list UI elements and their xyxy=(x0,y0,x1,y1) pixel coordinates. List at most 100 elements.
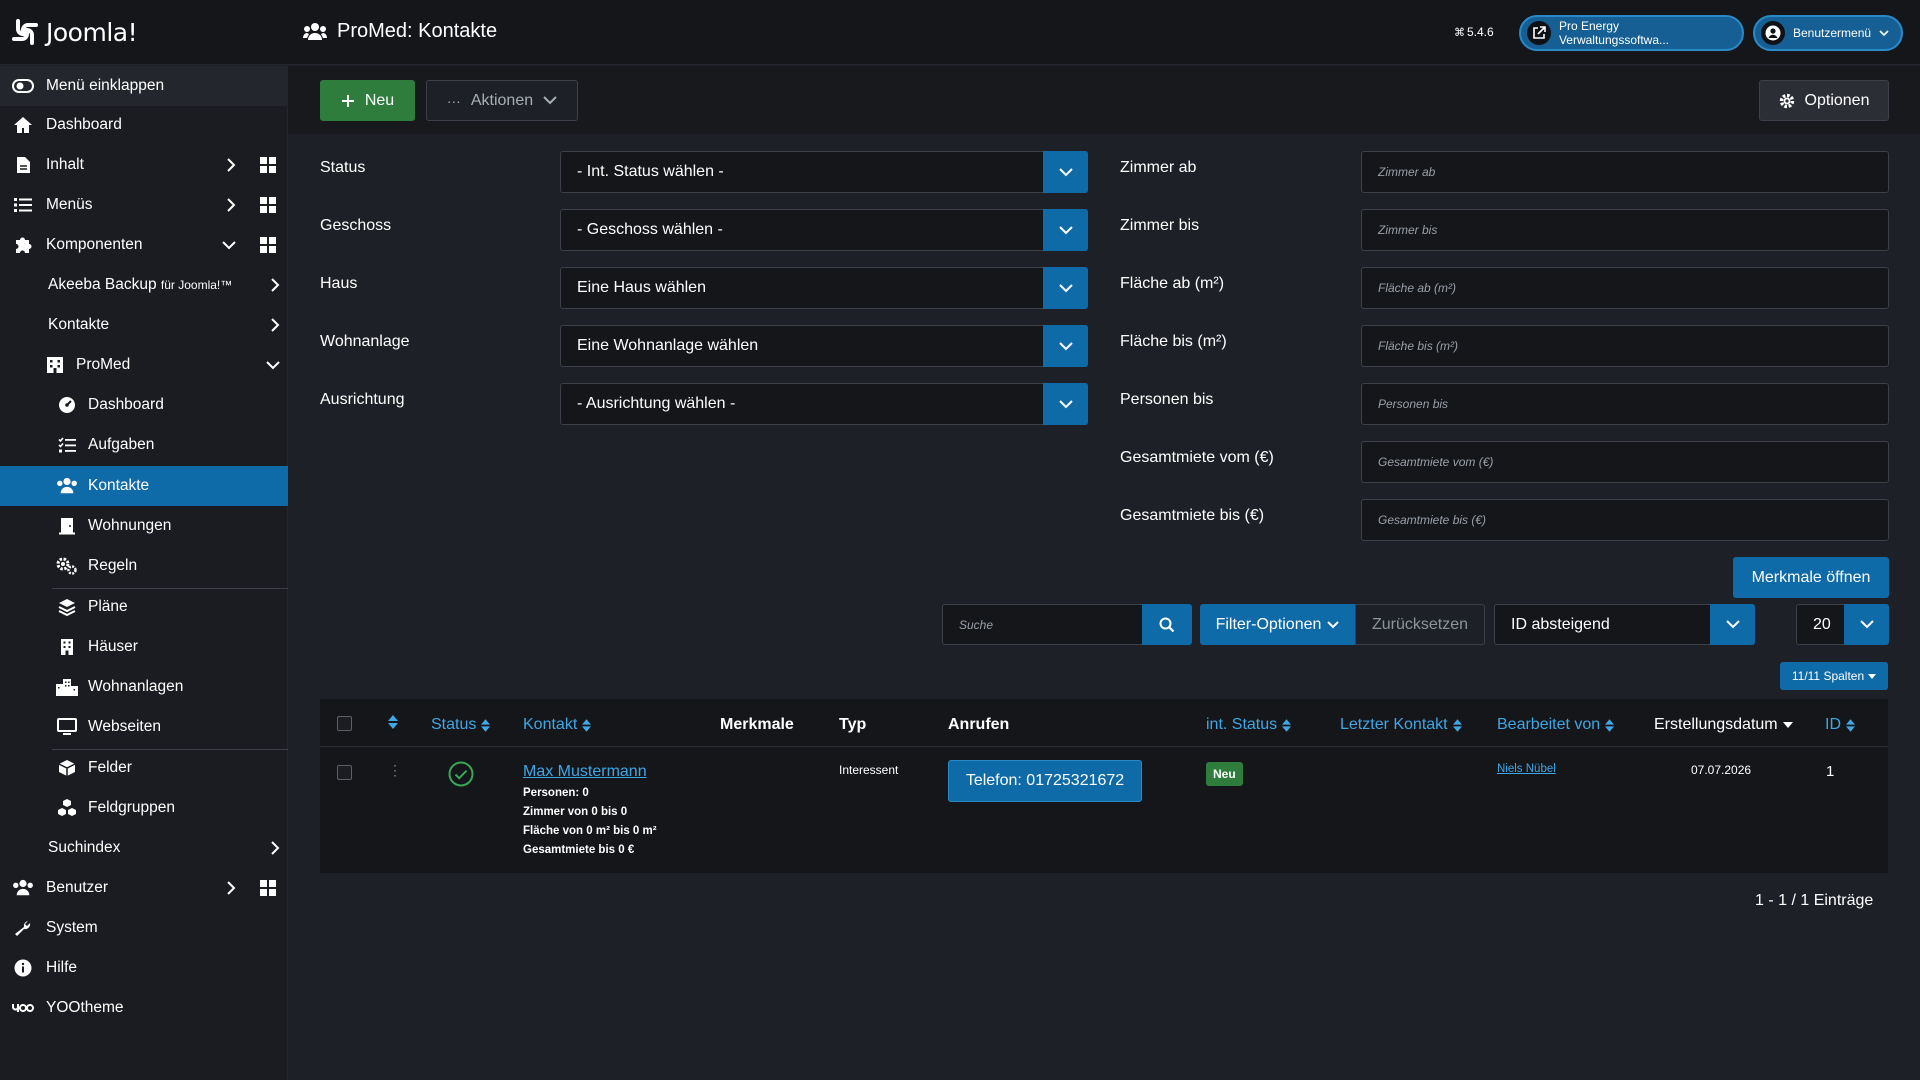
view-site-label: Pro Energy Verwaltungssoftwa... xyxy=(1558,19,1670,47)
column-header-status[interactable]: Status xyxy=(431,716,491,734)
created-date: 07.07.2026 xyxy=(1691,763,1752,777)
sidebar-item-menus[interactable]: Menüs xyxy=(0,185,288,225)
options-button[interactable]: Optionen xyxy=(1759,80,1889,121)
limit-select[interactable]: 20 xyxy=(1796,604,1889,645)
users-icon xyxy=(303,22,327,40)
drag-handle-icon[interactable]: ⋮ xyxy=(388,763,402,777)
status-select-value: - Int. Status wählen - xyxy=(577,163,724,180)
sidebar-item-label: Menüs xyxy=(46,196,93,213)
reset-button[interactable]: Zurücksetzen xyxy=(1355,604,1485,645)
complex-select[interactable]: Eine Wohnanlage wählen xyxy=(560,325,1088,367)
actions-dropdown[interactable]: ··· Aktionen xyxy=(426,80,578,121)
sidebar-item-label: Suchindex xyxy=(48,839,121,856)
sidebar-item-label: Regeln xyxy=(88,557,138,574)
user-icon xyxy=(1761,21,1785,45)
dashboard-grid-icon[interactable] xyxy=(260,880,276,896)
persons-to-input[interactable]: Personen bis xyxy=(1361,383,1889,425)
sidebar-item-help[interactable]: Hilfe xyxy=(0,948,288,988)
rent-from-input[interactable]: Gesamtmiete vom (€) xyxy=(1361,441,1889,483)
column-header-created[interactable]: Erstellungsdatum xyxy=(1654,716,1793,734)
sidebar-item-content[interactable]: Inhalt xyxy=(0,145,288,185)
open-features-button[interactable]: Merkmale öffnen xyxy=(1733,557,1889,598)
sidebar-item-plans[interactable]: Pläne xyxy=(0,587,288,627)
sidebar-item-contacts[interactable]: Kontakte xyxy=(0,305,288,345)
view-site-button[interactable]: Pro Energy Verwaltungssoftwa... xyxy=(1519,15,1744,51)
page-title: ProMed: Kontakte xyxy=(303,20,497,43)
row-checkbox[interactable] xyxy=(337,765,352,780)
orientation-select[interactable]: - Ausrichtung wählen - xyxy=(560,383,1088,425)
sidebar-item-system[interactable]: System xyxy=(0,908,288,948)
sort-icon xyxy=(1605,718,1615,732)
sidebar-item-users[interactable]: Benutzer xyxy=(0,868,288,908)
column-header-last-contact[interactable]: Letzter Kontakt xyxy=(1340,716,1462,734)
call-phone-button[interactable]: Telefon: 01725321672 xyxy=(948,760,1142,802)
status-select[interactable]: - Int. Status wählen - xyxy=(560,151,1088,193)
column-header-edited-by[interactable]: Bearbeitet von xyxy=(1497,716,1615,734)
sort-ordering-icon[interactable] xyxy=(388,715,398,729)
sidebar-item-label: YOOtheme xyxy=(46,999,124,1016)
dashboard-grid-icon[interactable] xyxy=(260,157,276,173)
sidebar-item-label: ProMed xyxy=(76,356,131,373)
column-header-int-status[interactable]: int. Status xyxy=(1206,716,1292,734)
column-header-id[interactable]: ID xyxy=(1825,716,1855,734)
search-button[interactable] xyxy=(1142,604,1192,645)
sidebar-item-promed-contacts[interactable]: Kontakte xyxy=(0,466,288,506)
caret-down-icon xyxy=(1868,673,1877,679)
column-header-type: Typ xyxy=(839,716,866,734)
filter-options-button[interactable]: Filter-Optionen xyxy=(1200,604,1355,645)
sort-icon xyxy=(582,718,592,732)
chevron-down-icon xyxy=(1043,383,1088,425)
sidebar-item-fields[interactable]: Felder xyxy=(0,748,288,788)
sidebar-item-smartsearch[interactable]: Suchindex xyxy=(0,828,288,868)
sort-select-value: ID absteigend xyxy=(1511,615,1610,633)
sidebar-item-apartments[interactable]: Wohnungen xyxy=(0,506,288,546)
caret-down-icon xyxy=(1782,722,1793,728)
columns-button[interactable]: 11/11 Spalten xyxy=(1780,662,1888,690)
rooms-from-input[interactable]: Zimmer ab xyxy=(1361,151,1889,193)
sidebar-item-promed[interactable]: ProMed xyxy=(0,345,288,385)
rent-to-input[interactable]: Gesamtmiete bis (€) xyxy=(1361,499,1889,541)
sort-icon xyxy=(1846,718,1855,732)
chevron-down-icon xyxy=(1043,151,1088,193)
sidebar-item-rules[interactable]: Regeln xyxy=(0,546,288,586)
dashboard-grid-icon[interactable] xyxy=(260,237,276,253)
sidebar-item-akeeba[interactable]: Akeeba Backup für Joomla!™ xyxy=(0,265,288,305)
chevron-down-icon xyxy=(1844,604,1889,645)
sidebar-item-yootheme[interactable]: YOOtheme xyxy=(0,988,288,1028)
sidebar-item-houses[interactable]: Häuser xyxy=(0,627,288,667)
sidebar-item-websites[interactable]: Webseiten xyxy=(0,707,288,747)
contact-detail: Zimmer von 0 bis 0 xyxy=(523,806,628,818)
floor-select-value: - Geschoss wählen - xyxy=(577,221,723,238)
area-from-input[interactable]: Fläche ab (m²) xyxy=(1361,267,1889,309)
house-select[interactable]: Eine Haus wählen xyxy=(560,267,1088,309)
contact-name-link[interactable]: Max Mustermann xyxy=(523,763,647,781)
edited-by-link[interactable]: Niels Nübel xyxy=(1497,763,1556,775)
contact-detail: Personen: 0 xyxy=(523,787,589,799)
floor-select[interactable]: - Geschoss wählen - xyxy=(560,209,1088,251)
area-to-input[interactable]: Fläche bis (m²) xyxy=(1361,325,1889,367)
sidebar-item-fieldgroups[interactable]: Feldgruppen xyxy=(0,788,288,828)
joomla-logo[interactable]: Joomla! xyxy=(10,17,138,47)
user-menu-button[interactable]: Benutzermenü xyxy=(1753,15,1903,51)
column-header-contact[interactable]: Kontakt xyxy=(523,716,592,734)
rooms-to-input[interactable]: Zimmer bis xyxy=(1361,209,1889,251)
column-header-label: int. Status xyxy=(1206,716,1278,733)
sidebar-item-tasks[interactable]: Aufgaben xyxy=(0,425,288,465)
status-published-icon[interactable] xyxy=(448,761,474,787)
sidebar-item-promed-dashboard[interactable]: Dashboard xyxy=(0,385,288,425)
filter-label-rooms-to: Zimmer bis xyxy=(1120,217,1200,234)
cube-icon xyxy=(56,757,78,779)
sidebar-item-dashboard[interactable]: Dashboard xyxy=(0,105,288,145)
select-all-checkbox[interactable] xyxy=(337,716,352,731)
dashboard-grid-icon[interactable] xyxy=(260,197,276,213)
sort-select[interactable]: ID absteigend xyxy=(1494,604,1755,645)
sidebar-collapse[interactable]: Menü einklappen xyxy=(0,66,288,106)
chevron-right-icon xyxy=(271,841,280,855)
sidebar-item-components[interactable]: Komponenten xyxy=(0,225,288,265)
new-button[interactable]: Neu xyxy=(320,80,415,121)
sidebar-item-complexes[interactable]: Wohnanlagen xyxy=(0,667,288,707)
pagination-info: 1 - 1 / 1 Einträge xyxy=(1755,892,1874,909)
filter-label-house: Haus xyxy=(320,275,358,292)
sidebar-item-label: Aufgaben xyxy=(88,436,155,453)
search-input[interactable]: Suche xyxy=(942,604,1143,645)
